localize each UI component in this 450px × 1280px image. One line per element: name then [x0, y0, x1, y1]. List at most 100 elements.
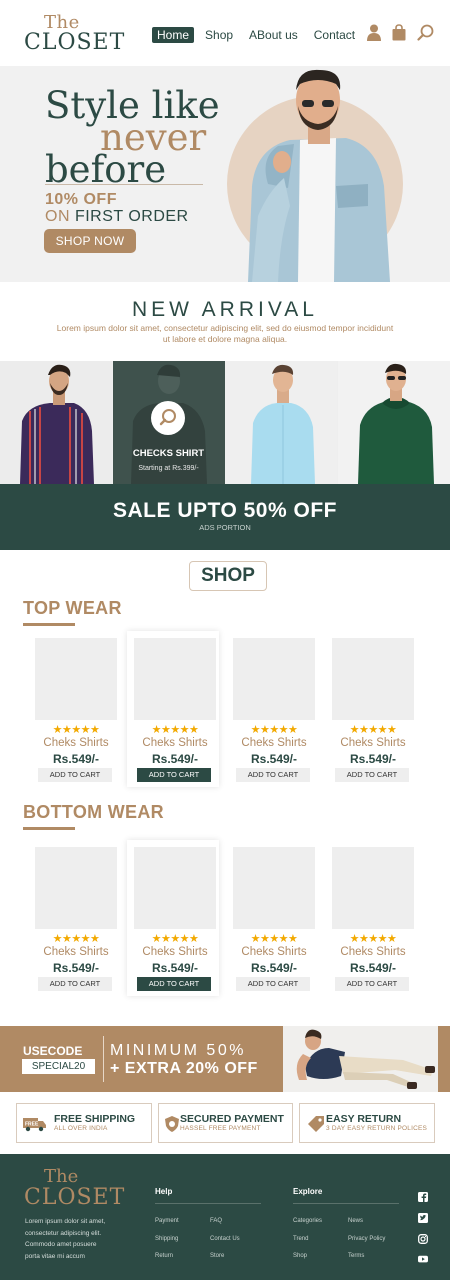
product-card[interactable]: ★★★★★ Cheks Shirts Rs.549/- ADD TO CART	[28, 631, 120, 787]
new-arrival-title: NEW ARRIVAL	[132, 298, 318, 321]
product-name[interactable]: Cheks Shirts	[127, 946, 223, 958]
hero-model-image	[248, 69, 390, 282]
truck-free-badge: FREE	[25, 1122, 39, 1128]
product-name[interactable]: Cheks Shirts	[127, 737, 223, 749]
footer-link-privacy-policy[interactable]: Privacy Policy	[348, 1236, 385, 1242]
feature-title: SECURED PAYMENT	[180, 1113, 284, 1125]
nav-about[interactable]: ABout us	[244, 27, 303, 43]
facebook-icon[interactable]	[418, 1192, 428, 1202]
product-card[interactable]: ★★★★★ Cheks Shirts Rs.549/- ADD TO CART	[127, 840, 219, 996]
product-name[interactable]: Cheks Shirts	[28, 946, 124, 958]
add-to-cart-button[interactable]: ADD TO CART	[335, 977, 409, 991]
youtube-icon[interactable]	[418, 1254, 428, 1264]
search-icon[interactable]	[417, 24, 434, 42]
product-card[interactable]: ★★★★★ Cheks Shirts Rs.549/- ADD TO CART	[127, 631, 219, 787]
blue-shirt-model-image	[225, 361, 337, 484]
nav-home[interactable]: Home	[152, 27, 195, 43]
product-card[interactable]: ★★★★★ Cheks Shirts Rs.549/- ADD TO CART	[226, 840, 318, 996]
instagram-icon[interactable]	[418, 1234, 428, 1244]
footer-logo-the: The	[44, 1166, 79, 1187]
footer-help-title: Help	[155, 1187, 173, 1196]
overlay-product-price: Starting at Rs.399/-	[138, 465, 199, 472]
feature-subtitle: HASSEL FREE PAYMENT	[180, 1125, 261, 1132]
add-to-cart-button[interactable]: ADD TO CART	[38, 977, 112, 991]
footer-description-line: consectetur adipiscing elit.	[25, 1229, 102, 1237]
product-image[interactable]	[35, 847, 117, 929]
product-image[interactable]	[233, 847, 315, 929]
promo-code-banner[interactable]: USECODE SPECIAL20 MINIMUM 50% + EXTRA 20…	[0, 1026, 450, 1092]
add-to-cart-button[interactable]: ADD TO CART	[137, 977, 211, 991]
footer-link-shop[interactable]: Shop	[293, 1253, 307, 1259]
product-name[interactable]: Cheks Shirts	[325, 946, 421, 958]
rating-stars: ★★★★★	[250, 724, 298, 736]
product-card[interactable]: ★★★★★ Cheks Shirts Rs.549/- ADD TO CART	[28, 840, 120, 996]
rating-stars: ★★★★★	[52, 724, 100, 736]
add-to-cart-button[interactable]: ADD TO CART	[335, 768, 409, 782]
footer-logo-closet: CLOSET	[24, 1185, 126, 1210]
new-arrival-item[interactable]	[225, 361, 338, 484]
footer-link-payment[interactable]: Payment	[155, 1218, 179, 1224]
add-to-cart-button[interactable]: ADD TO CART	[236, 977, 310, 991]
hero-offer-on: ON	[45, 208, 70, 225]
user-icon[interactable]	[367, 24, 382, 42]
footer-link-categories[interactable]: Categories	[293, 1218, 322, 1224]
footer-link-return[interactable]: Return	[155, 1253, 173, 1259]
sale-banner[interactable]: SALE UPTO 50% OFF ADS PORTION	[0, 484, 450, 550]
nav-shop[interactable]: Shop	[200, 27, 238, 43]
rating-stars: ★★★★★	[151, 933, 199, 945]
product-image[interactable]	[233, 638, 315, 720]
site-logo[interactable]: The CLOSET	[24, 12, 124, 60]
footer-description: Lorem ipsum dolor sit amet, consectetur …	[25, 1216, 135, 1262]
shop-now-button[interactable]: SHOP NOW	[44, 229, 136, 253]
site-footer: The CLOSET Lorem ipsum dolor sit amet, c…	[0, 1154, 450, 1280]
add-to-cart-button[interactable]: ADD TO CART	[38, 768, 112, 782]
product-image[interactable]	[134, 847, 216, 929]
new-arrival-item[interactable]	[337, 361, 450, 484]
footer-logo[interactable]: The CLOSET	[24, 1166, 124, 1216]
feature-easy-return: EASY RETURN 3 DAY EASY RETURN POLICES	[299, 1103, 435, 1143]
product-card[interactable]: ★★★★★ Cheks Shirts Rs.549/- ADD TO CART	[325, 631, 417, 787]
product-card[interactable]: ★★★★★ Cheks Shirts Rs.549/- ADD TO CART	[226, 631, 318, 787]
sale-subtitle: ADS PORTION	[199, 523, 251, 532]
product-image[interactable]	[134, 638, 216, 720]
footer-link-terms[interactable]: Terms	[348, 1253, 364, 1259]
footer-link-faq[interactable]: FAQ	[210, 1218, 222, 1224]
promo-code[interactable]: SPECIAL20	[22, 1059, 95, 1074]
footer-link-contact-us[interactable]: Contact Us	[210, 1236, 240, 1242]
product-image[interactable]	[332, 638, 414, 720]
product-price: Rs.549/-	[349, 961, 397, 975]
bottom-wear-title: BOTTOM WEAR	[23, 802, 164, 822]
footer-description-line: Commodo amet posuere	[25, 1241, 97, 1248]
twitter-icon[interactable]	[418, 1213, 428, 1223]
main-nav: Home Shop ABout us Contact	[152, 27, 366, 43]
hero-offer-first-order: FIRST ORDER	[74, 208, 189, 225]
new-arrival-item-hover[interactable]: CHECKS SHIRT Starting at Rs.399/-	[112, 361, 225, 484]
add-to-cart-button[interactable]: ADD TO CART	[236, 768, 310, 782]
feature-subtitle: ALL OVER INDIA	[54, 1125, 108, 1132]
product-image[interactable]	[35, 638, 117, 720]
top-wear-underline	[23, 623, 75, 626]
product-price: Rs.549/-	[151, 752, 199, 766]
feature-free-shipping: FREE FREE SHIPPING ALL OVER INDIA	[16, 1103, 152, 1143]
new-arrival-item[interactable]	[0, 361, 113, 484]
product-image[interactable]	[332, 847, 414, 929]
feature-secured-payment: SECURED PAYMENT HASSEL FREE PAYMENT	[158, 1103, 293, 1143]
add-to-cart-button[interactable]: ADD TO CART	[137, 768, 211, 782]
product-name[interactable]: Cheks Shirts	[226, 946, 322, 958]
footer-link-trend[interactable]: Trend	[293, 1236, 308, 1242]
promo-line2: + EXTRA 20% OFF	[110, 1060, 258, 1077]
quick-view-search-icon[interactable]	[150, 401, 185, 435]
nav-contact[interactable]: Contact	[309, 27, 360, 43]
header-icons	[367, 24, 434, 42]
footer-link-shipping[interactable]: Shipping	[155, 1236, 178, 1242]
hero-banner: Style like never before 10% OFF ON FIRST…	[0, 66, 450, 282]
footer-link-store[interactable]: Store	[210, 1253, 224, 1259]
product-name[interactable]: Cheks Shirts	[325, 737, 421, 749]
rating-stars: ★★★★★	[349, 724, 397, 736]
shopping-bag-icon[interactable]	[392, 24, 407, 42]
shop-heading: SHOP	[189, 561, 267, 591]
product-name[interactable]: Cheks Shirts	[226, 737, 322, 749]
product-name[interactable]: Cheks Shirts	[28, 737, 124, 749]
footer-link-news[interactable]: News	[348, 1218, 363, 1224]
product-card[interactable]: ★★★★★ Cheks Shirts Rs.549/- ADD TO CART	[325, 840, 417, 996]
